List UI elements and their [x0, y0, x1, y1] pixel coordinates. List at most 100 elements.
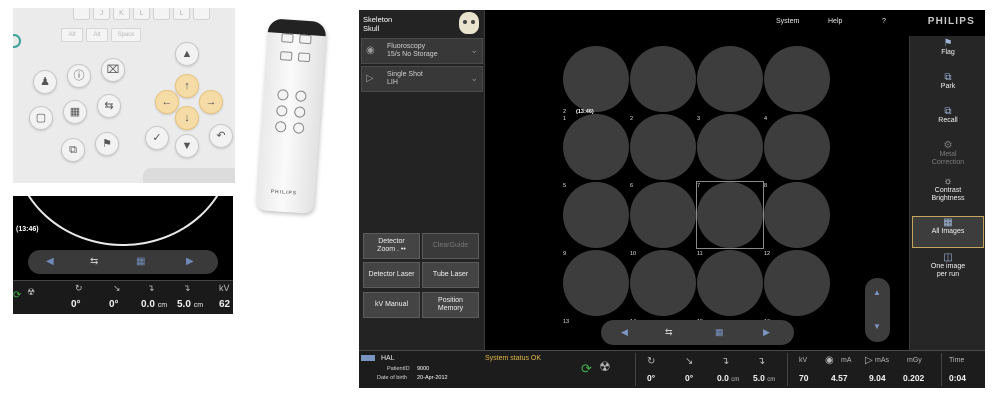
patient-id-label: PatientID [387, 366, 410, 372]
remote-key [275, 104, 288, 117]
table-height-icon: ↴ [147, 283, 155, 293]
top-bar: System Help ? PHILIPS [486, 10, 985, 36]
recall-button[interactable]: ⧉ Recall [912, 106, 984, 138]
key [153, 8, 170, 20]
single-shot-mode-selector[interactable]: ▷ Single Shot LIH ⌄ [361, 66, 483, 92]
image-thumbnail[interactable]: 10 [630, 182, 696, 257]
one-image-per-run-button[interactable]: ◫ One image per run [912, 252, 984, 286]
contrast-brightness-button[interactable]: ☼ Contrast Brightness [912, 176, 984, 210]
table-height-icon: ↴ [721, 356, 730, 367]
arrow-left-icon: ← [155, 90, 179, 114]
rotation-angle: 0° [647, 373, 656, 383]
next-icon[interactable]: ▶ [763, 327, 770, 338]
image-thumbnail[interactable]: 2 [630, 46, 696, 122]
metal-correction-icon: ⚙ [943, 140, 953, 151]
status-bar: ⟳ ☢ ↻ 0° ↘ 0° ↴ 0.0 cm ↴ 5.0 cm kV 62 [13, 280, 233, 314]
window-icon: ⧉ [61, 138, 85, 162]
kv-label: kV [799, 357, 808, 364]
arrow-up-icon: ▲ [175, 42, 199, 66]
all-images-button[interactable]: ▦ All Images [912, 216, 984, 248]
detector-laser-button[interactable]: Detector Laser [363, 262, 420, 288]
arrow-down-icon: ↓ [175, 106, 199, 130]
previous-icon: ◀ [46, 256, 54, 267]
info-menu[interactable]: ? [882, 18, 886, 25]
grid-icon[interactable]: ▦ [715, 327, 724, 338]
image-thumbnail[interactable]: 2 (13:46) 1 [563, 46, 629, 122]
image-thumbnail[interactable]: 15 [697, 250, 763, 325]
tube-laser-button[interactable]: Tube Laser [422, 262, 479, 288]
image-thumbnail[interactable]: 7 [697, 114, 763, 189]
remote-key [279, 51, 293, 61]
brightness-icon: ☼ [943, 176, 953, 187]
image-preview [563, 250, 629, 316]
swap-icon[interactable]: ⇆ [665, 327, 673, 338]
image-preview [563, 114, 629, 180]
table-shift-icon: ↴ [183, 283, 191, 293]
mgy-label: mGy [907, 357, 922, 364]
image-thumbnail[interactable]: 6 [630, 114, 696, 189]
exposure-icon: ▷ [366, 73, 374, 84]
exam-title: Skeleton Skull [363, 15, 393, 33]
image-thumbnail[interactable]: 13 [563, 250, 629, 325]
angulation-icon: ↘ [113, 283, 121, 293]
position-memory-button[interactable]: Position Memory [422, 292, 479, 318]
system-menu[interactable]: System [776, 18, 799, 25]
pad-edge [143, 168, 235, 183]
divider [941, 353, 942, 386]
ready-icon: ⟳ [581, 361, 592, 376]
image-thumbnail[interactable]: 5 [563, 114, 629, 189]
image-thumbnail[interactable]: 16 [764, 250, 830, 325]
image-preview [764, 114, 830, 180]
flag-button[interactable]: ⚑ Flag [912, 38, 984, 70]
remote-key [297, 52, 311, 63]
image-thumbnail[interactable]: 14 [630, 250, 696, 325]
keypad-photo: J K L L Alt Alt Space ♟ ⓘ ⌧ ▢ ▦ ⇆ ✓ ⧉ ⚑ … [13, 8, 235, 183]
image-preview [630, 182, 696, 248]
flag-icon: ⚑ [943, 38, 953, 49]
remote-key [277, 89, 289, 101]
chevron-down-icon: ⌄ [470, 73, 478, 83]
image-thumbnail[interactable]: 8 [764, 114, 830, 189]
image-preview [697, 250, 763, 316]
fluoroscopy-mode-label: Fluoroscopy 15/s No Storage [387, 43, 438, 58]
arrow-right-icon: → [199, 90, 223, 114]
key: L [173, 8, 190, 20]
radiation-icon: ☢ [599, 359, 611, 374]
clearguide-button[interactable]: ClearGuide [422, 233, 479, 259]
detector-zoom-button[interactable]: Detector Zoom . •• [363, 233, 420, 259]
image-thumbnail[interactable]: 12 [764, 182, 830, 257]
date-of-birth: 20-Apr-2012 [417, 375, 448, 381]
remote-key [299, 34, 312, 45]
flag-icon: ⚑ [95, 132, 119, 156]
image-thumbnail[interactable]: 3 [697, 46, 763, 122]
image-thumbnail-selected[interactable]: 11 [696, 181, 764, 257]
ma-value: 4.57 [831, 373, 848, 383]
help-menu[interactable]: Help [828, 18, 842, 25]
undo-icon: ↶ [209, 124, 233, 148]
ready-ring-icon [13, 34, 21, 48]
image-thumbnail[interactable]: 9 [563, 182, 629, 257]
angulation-icon: ↘ [685, 356, 694, 367]
image-preview [697, 114, 763, 180]
park-button[interactable]: ⧉ Park [912, 72, 984, 104]
metal-correction-button[interactable]: ⚙ Metal Correction [912, 140, 984, 174]
table-shift: 5.0 cm [753, 373, 776, 383]
exam-header: Skeleton Skull [359, 10, 485, 38]
previous-icon[interactable]: ◀ [621, 327, 628, 338]
table-height: 0.0 cm [717, 373, 740, 383]
frame-icon: ▢ [29, 106, 53, 130]
fluoroscopy-mode-selector[interactable]: ◉ Fluoroscopy 15/s No Storage ⌄ [361, 38, 483, 64]
exposure-icon: ▷ [865, 355, 873, 366]
grid-icon: ▦ [136, 256, 146, 267]
remote-key [281, 33, 294, 43]
page-up-icon[interactable]: ▲ [873, 288, 881, 297]
recall-icon: ⧉ [944, 106, 952, 117]
page-down-icon[interactable]: ▼ [873, 322, 881, 331]
image-thumbnail[interactable]: 4 [764, 46, 830, 122]
remote-key [292, 122, 305, 134]
image-preview [764, 182, 830, 248]
distance-value: 5.0 cm [177, 299, 204, 310]
acquisition-time: (13:46) [16, 226, 39, 233]
dose-value: 0.202 [903, 373, 925, 383]
kv-manual-button[interactable]: kV Manual [363, 292, 420, 318]
